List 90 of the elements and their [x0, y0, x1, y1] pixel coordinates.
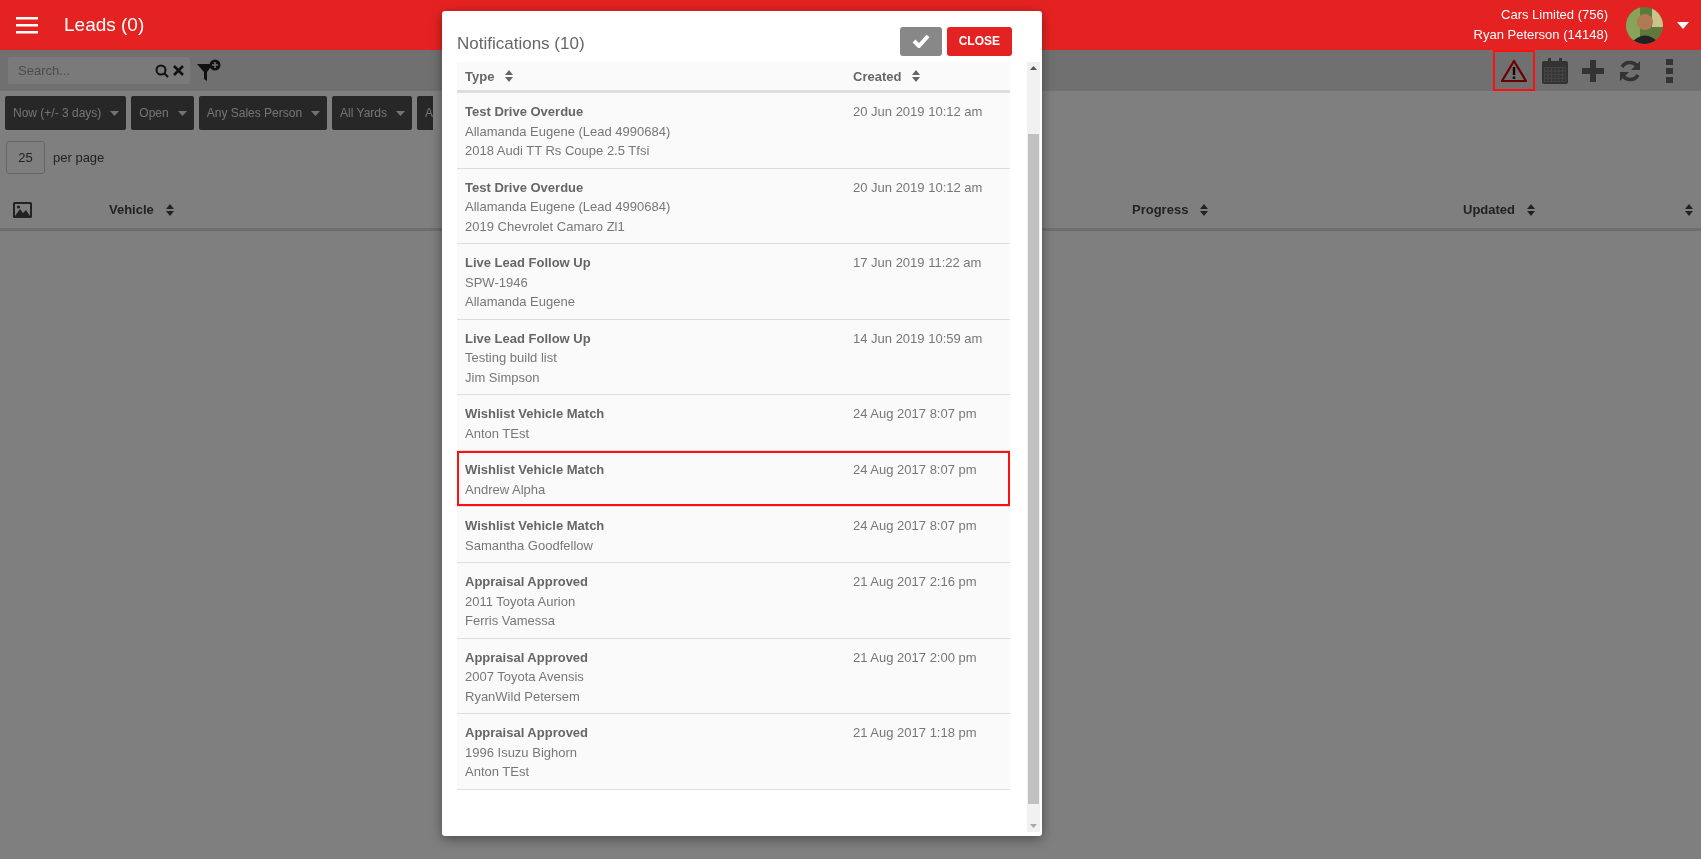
caret-icon[interactable]: [1677, 21, 1689, 29]
notification-date: 20 Jun 2019 10:12 am: [853, 103, 984, 121]
notification-type: Appraisal Approved: [465, 573, 590, 591]
confirm-button[interactable]: [899, 26, 942, 56]
notification-detail: Allamanda Eugene (Lead 4990684): [465, 198, 672, 216]
notification-type: Appraisal Approved: [465, 648, 590, 667]
notification-detail: Samantha Goodfellow: [465, 536, 594, 555]
notification-type: Test Drive Overdue: [465, 178, 585, 197]
notification-row[interactable]: Appraisal Approved 2007 Toyota Avensis RyanWild Petersem 21 Aug 2017 2:00 pm: [457, 638, 1010, 714]
notification-detail: 2011 Toyota Aurion: [465, 592, 577, 611]
notification-row[interactable]: Test Drive Overdue Allamanda Eugene (Lead 4990684) 2019 Chevrolet Camaro Zl1 20 Jun 2019 10:12 am: [457, 168, 1010, 244]
filter-dropdown[interactable]: Any Sales Person: [198, 96, 328, 130]
scroll-up-icon[interactable]: [1030, 66, 1037, 70]
notification-detail: Allamanda Eugene (Lead 4990684): [465, 122, 672, 141]
notification-type: Test Drive Overdue: [465, 103, 585, 121]
scrollbar[interactable]: [1027, 62, 1040, 832]
caret-icon: [110, 110, 120, 116]
filter-dropdown[interactable]: Now (+/- 3 days): [5, 96, 127, 130]
close-button[interactable]: CLOSE: [946, 26, 1012, 56]
notification-date: 17 Jun 2019 11:22 am: [853, 254, 983, 272]
notification-date: 24 Aug 2017 8:07 pm: [853, 461, 978, 479]
notification-detail: RyanWild Petersem: [465, 687, 581, 706]
sort-icon[interactable]: [1527, 203, 1535, 216]
menu-icon[interactable]: [16, 16, 38, 34]
notification-type: Live Lead Follow Up: [465, 329, 592, 348]
notification-detail: 2018 Audi TT Rs Coupe 2.5 Tfsi: [465, 142, 651, 160]
caret-icon: [311, 110, 321, 116]
modal-title: Notifications (10): [457, 33, 586, 54]
check-icon: [911, 34, 930, 48]
notification-date: 24 Aug 2017 8:07 pm: [853, 405, 978, 423]
notification-detail: Jim Simpson: [465, 368, 541, 387]
notification-type: Wishlist Vehicle Match: [465, 517, 606, 535]
notification-row[interactable]: Appraisal Approved 1996 Isuzu Bighorn Anton TEst 21 Aug 2017 1:18 pm: [457, 714, 1010, 790]
notification-detail: 1996 Isuzu Bighorn: [465, 743, 579, 762]
caret-icon: [396, 110, 406, 116]
more-icon[interactable]: [1665, 58, 1673, 83]
notification-detail: 2019 Chevrolet Camaro Zl1: [465, 217, 626, 236]
notification-date: 21 Aug 2017 1:18 pm: [853, 724, 978, 742]
per-page-field[interactable]: 25: [6, 141, 45, 174]
column-header[interactable]: Progress: [1132, 202, 1189, 217]
sort-icon[interactable]: [165, 203, 174, 216]
notification-row[interactable]: Wishlist Vehicle Match Samantha Goodfellow 24 Aug 2017 8:07 pm: [457, 507, 1010, 563]
column-header[interactable]: Created: [853, 68, 902, 84]
company-name: Cars Limited (756): [1500, 6, 1608, 24]
notification-type: Wishlist Vehicle Match: [465, 461, 606, 479]
filter-dropdown[interactable]: All Yards: [332, 96, 413, 130]
notification-detail: Ferris Vamessa: [465, 612, 557, 630]
caret-icon: [177, 110, 187, 116]
search-icon[interactable]: [155, 63, 169, 78]
notification-type: Live Lead Follow Up: [465, 254, 592, 272]
clear-icon[interactable]: [173, 65, 184, 76]
notification-detail: 2007 Toyota Avensis: [465, 668, 585, 686]
notification-row[interactable]: Test Drive Overdue Allamanda Eugene (Lead 4990684) 2018 Audi TT Rs Coupe 2.5 Tfsi 20 Jun 2019 10:12 am: [457, 93, 1010, 169]
notification-date: 21 Aug 2017 2:16 pm: [853, 573, 978, 591]
notification-date: 24 Aug 2017 8:07 pm: [853, 517, 978, 535]
column-header[interactable]: Updated: [1463, 202, 1515, 217]
filter-dropdown[interactable]: Open: [131, 96, 194, 130]
notification-detail: Anton TEst: [465, 763, 531, 781]
scrollbar-thumb[interactable]: [1028, 134, 1039, 804]
sort-icon[interactable]: [1685, 203, 1693, 216]
notification-detail: Allamanda Eugene: [465, 293, 576, 311]
add-icon[interactable]: [1582, 59, 1604, 82]
image-icon: [13, 201, 32, 218]
column-header[interactable]: Type: [465, 68, 495, 84]
notification-date: 20 Jun 2019 10:12 am: [853, 178, 984, 197]
notification-row[interactable]: Wishlist Vehicle Match Andrew Alpha 24 Aug 2017 8:07 pm: [457, 451, 1010, 507]
column-header[interactable]: Vehicle: [109, 202, 154, 217]
page-title: Leads (0): [64, 14, 145, 36]
notification-row[interactable]: Live Lead Follow Up SPW-1946 Allamanda Eugene 17 Jun 2019 11:22 am: [457, 244, 1010, 320]
notification-row[interactable]: Appraisal Approved 2011 Toyota Aurion Ferris Vamessa 21 Aug 2017 2:16 pm: [457, 563, 1010, 639]
warning-icon[interactable]: [1501, 58, 1527, 83]
filter-dropdown[interactable]: A: [417, 96, 434, 130]
notification-date: 14 Jun 2019 10:59 am: [853, 329, 984, 348]
notification-row[interactable]: Wishlist Vehicle Match Anton TEst 24 Aug 2017 8:07 pm: [457, 395, 1010, 451]
sort-icon[interactable]: [505, 70, 514, 82]
notification-detail: Anton TEst: [465, 424, 531, 443]
notification-detail: Andrew Alpha: [465, 480, 547, 499]
refresh-icon[interactable]: [1618, 58, 1642, 83]
sort-icon[interactable]: [912, 70, 921, 82]
notification-date: 21 Aug 2017 2:00 pm: [853, 648, 978, 667]
notification-row[interactable]: Live Lead Follow Up Testing build list Jim Simpson 14 Jun 2019 10:59 am: [457, 319, 1010, 395]
per-page-label: per page: [53, 150, 105, 165]
sort-icon[interactable]: [1200, 203, 1209, 216]
filter-add-icon[interactable]: [197, 58, 221, 83]
notification-type: Appraisal Approved: [465, 724, 590, 742]
user-name: Ryan Peterson (14148): [1473, 26, 1608, 44]
notification-type: Wishlist Vehicle Match: [465, 405, 606, 423]
calendar-icon[interactable]: [1541, 56, 1569, 85]
notification-detail: SPW-1946: [465, 273, 529, 292]
notification-detail: Testing build list: [465, 349, 558, 367]
